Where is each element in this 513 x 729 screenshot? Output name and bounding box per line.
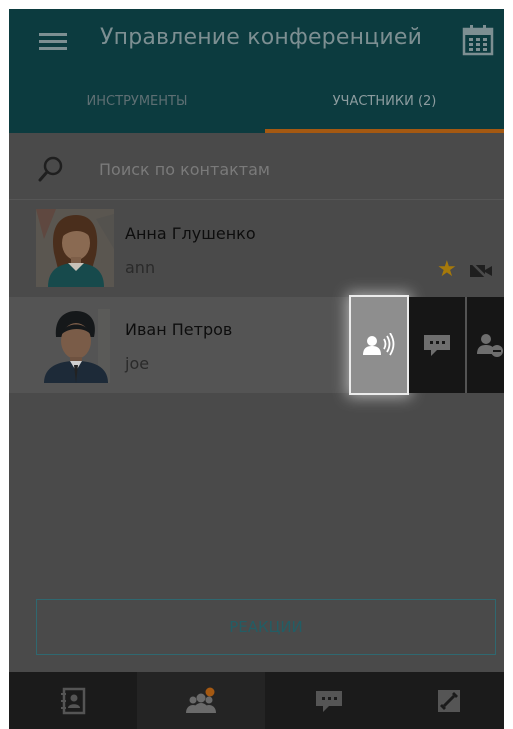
favorite-star-icon[interactable]: ★ (437, 259, 457, 281)
hamburger-menu-icon (39, 33, 67, 36)
speaking-user-icon (363, 333, 395, 356)
active-tab-indicator (265, 129, 504, 133)
calendar-icon (462, 25, 494, 56)
contact-row[interactable]: Анна Глушенко ann ★ (9, 201, 504, 297)
contact-name: Иван Петров (125, 320, 233, 339)
hamburger-line (39, 47, 67, 50)
chat-icon (316, 690, 342, 712)
search-input[interactable] (99, 155, 479, 183)
camera-off-icon (470, 261, 492, 281)
search-icon (38, 156, 63, 182)
bottom-nav (9, 672, 504, 729)
nav-calls[interactable] (393, 672, 504, 729)
call-icon (437, 689, 460, 712)
calendar-button[interactable] (461, 23, 495, 57)
contact-login: joe (125, 354, 150, 373)
avatar (36, 209, 114, 287)
tab-participants[interactable]: УЧАСТНИКИ (2) (265, 87, 504, 133)
tab-tools[interactable]: ИНСТРУМЕНТЫ (9, 87, 265, 133)
remove-user-icon (477, 334, 503, 357)
nav-participants[interactable] (137, 672, 265, 729)
reactions-button[interactable]: РЕАКЦИИ (36, 599, 496, 655)
hamburger-line (39, 40, 67, 43)
chat-button[interactable] (409, 297, 465, 393)
menu-button[interactable] (35, 28, 71, 56)
nav-contacts[interactable] (9, 672, 137, 729)
contact-name: Анна Глушенко (125, 224, 256, 243)
nav-chat[interactable] (265, 672, 393, 729)
chat-bubble-icon (424, 335, 450, 356)
header: Управление конференцией ИНСТРУМЕНТЫ УЧАС… (9, 9, 504, 133)
remove-participant-button[interactable] (467, 297, 504, 393)
address-book-icon (61, 687, 86, 714)
participants-icon (186, 687, 216, 713)
avatar (36, 305, 114, 383)
speaker-button[interactable] (351, 297, 407, 393)
app-window: Управление конференцией ИНСТРУМЕНТЫ УЧАС… (9, 9, 504, 729)
contact-login: ann (125, 258, 156, 277)
search-bar (9, 139, 504, 200)
tab-bar: ИНСТРУМЕНТЫ УЧАСТНИКИ (2) (9, 87, 504, 133)
page-title: Управление конференцией (100, 25, 423, 50)
